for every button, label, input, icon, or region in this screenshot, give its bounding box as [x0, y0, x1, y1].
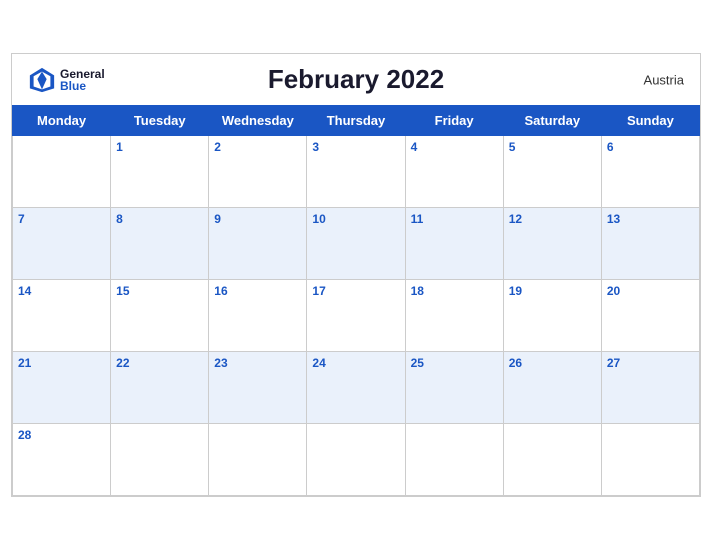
calendar-cell: 10	[307, 208, 405, 280]
day-number: 24	[312, 356, 399, 370]
calendar: General Blue February 2022 Austria Monda…	[11, 53, 701, 497]
calendar-cell: 23	[209, 352, 307, 424]
calendar-cell: 8	[111, 208, 209, 280]
header-sunday: Sunday	[601, 106, 699, 136]
calendar-cell: 11	[405, 208, 503, 280]
calendar-cell: 3	[307, 136, 405, 208]
day-number: 3	[312, 140, 399, 154]
calendar-cell: 22	[111, 352, 209, 424]
day-number: 16	[214, 284, 301, 298]
day-number: 7	[18, 212, 105, 226]
day-number: 11	[411, 212, 498, 226]
calendar-cell: 7	[13, 208, 111, 280]
day-number: 9	[214, 212, 301, 226]
week-row-1: 123456	[13, 136, 700, 208]
calendar-cell: 18	[405, 280, 503, 352]
day-number: 26	[509, 356, 596, 370]
day-number: 22	[116, 356, 203, 370]
calendar-cell	[405, 424, 503, 496]
calendar-cell: 26	[503, 352, 601, 424]
header-saturday: Saturday	[503, 106, 601, 136]
calendar-cell: 21	[13, 352, 111, 424]
calendar-cell	[601, 424, 699, 496]
day-number: 6	[607, 140, 694, 154]
calendar-cell	[503, 424, 601, 496]
day-number: 18	[411, 284, 498, 298]
day-number: 27	[607, 356, 694, 370]
weekday-header-row: Monday Tuesday Wednesday Thursday Friday…	[13, 106, 700, 136]
generalblue-icon	[28, 66, 56, 94]
calendar-cell: 24	[307, 352, 405, 424]
day-number: 8	[116, 212, 203, 226]
week-row-3: 14 15 16 17 18 19 20	[13, 280, 700, 352]
day-number: 5	[509, 140, 596, 154]
header-friday: Friday	[405, 106, 503, 136]
day-number: 1	[116, 140, 203, 154]
header-wednesday: Wednesday	[209, 106, 307, 136]
calendar-cell: 1	[111, 136, 209, 208]
day-number: 2	[214, 140, 301, 154]
country-label: Austria	[644, 72, 684, 87]
header-thursday: Thursday	[307, 106, 405, 136]
day-number: 14	[18, 284, 105, 298]
calendar-cell: 27	[601, 352, 699, 424]
calendar-cell: 6	[601, 136, 699, 208]
day-number: 12	[509, 212, 596, 226]
calendar-cell: 4	[405, 136, 503, 208]
calendar-header: General Blue February 2022 Austria	[12, 54, 700, 105]
day-number: 19	[509, 284, 596, 298]
day-number: 21	[18, 356, 105, 370]
week-row-2: 789 10 11 12 13	[13, 208, 700, 280]
calendar-cell: 2	[209, 136, 307, 208]
week-row-5: 28	[13, 424, 700, 496]
day-number: 17	[312, 284, 399, 298]
calendar-cell: 9	[209, 208, 307, 280]
calendar-cell	[307, 424, 405, 496]
day-number: 23	[214, 356, 301, 370]
calendar-table: Monday Tuesday Wednesday Thursday Friday…	[12, 105, 700, 496]
calendar-cell: 16	[209, 280, 307, 352]
day-number: 10	[312, 212, 399, 226]
calendar-cell	[13, 136, 111, 208]
week-row-4: 21 22 23 24 25 26 27	[13, 352, 700, 424]
calendar-cell	[111, 424, 209, 496]
day-number: 28	[18, 428, 105, 442]
day-number: 20	[607, 284, 694, 298]
day-number: 4	[411, 140, 498, 154]
logo: General Blue	[28, 66, 105, 94]
calendar-cell: 15	[111, 280, 209, 352]
logo-blue-text: Blue	[60, 80, 105, 92]
calendar-body: 1234567891011121314151617181920212223242…	[13, 136, 700, 496]
calendar-cell: 5	[503, 136, 601, 208]
day-number: 13	[607, 212, 694, 226]
calendar-cell: 25	[405, 352, 503, 424]
calendar-cell: 13	[601, 208, 699, 280]
calendar-cell: 14	[13, 280, 111, 352]
day-number: 15	[116, 284, 203, 298]
calendar-cell: 12	[503, 208, 601, 280]
calendar-cell: 28	[13, 424, 111, 496]
calendar-cell: 17	[307, 280, 405, 352]
day-number: 25	[411, 356, 498, 370]
calendar-cell	[209, 424, 307, 496]
header-tuesday: Tuesday	[111, 106, 209, 136]
calendar-cell: 20	[601, 280, 699, 352]
calendar-cell: 19	[503, 280, 601, 352]
header-monday: Monday	[13, 106, 111, 136]
calendar-title: February 2022	[268, 64, 444, 95]
